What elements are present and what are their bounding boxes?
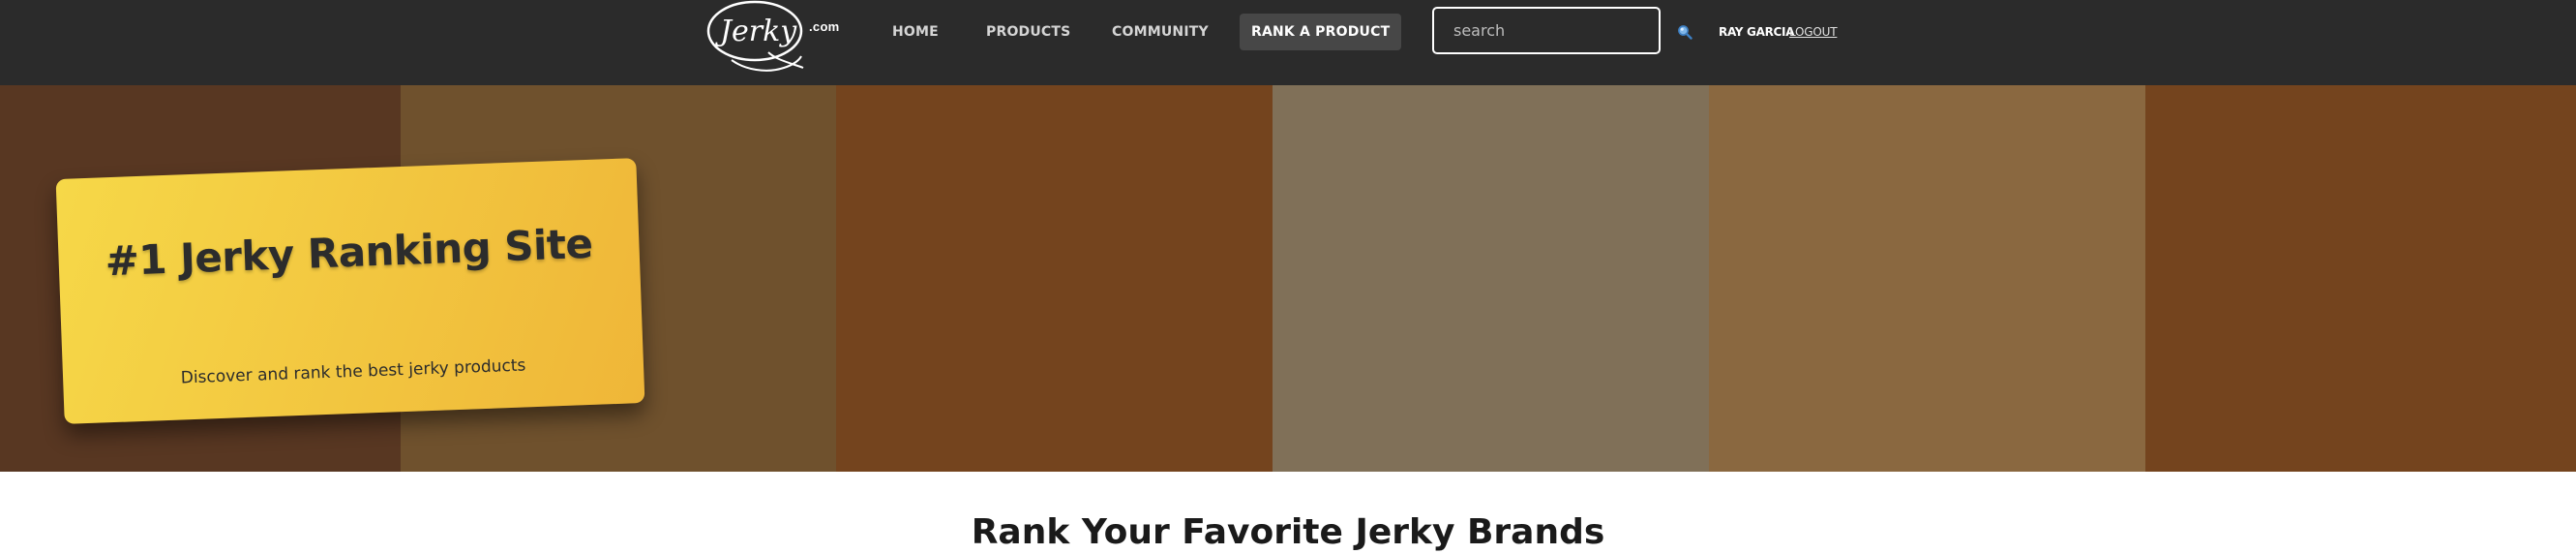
jerky-logo-icon: Jerky	[706, 0, 804, 72]
hero-banner: #1 Jerky Ranking Site Discover and rank …	[0, 85, 2576, 472]
site-logo[interactable]: Jerky .com	[706, 0, 839, 74]
hero-title: #1 Jerky Ranking Site	[104, 219, 594, 286]
search-icon[interactable]	[1677, 24, 1692, 40]
nav-products[interactable]: PRODUCTS	[986, 23, 1070, 41]
nav-community[interactable]: COMMUNITY	[1112, 23, 1209, 41]
search-input[interactable]	[1434, 9, 1659, 52]
hero-stripe	[1709, 85, 2145, 472]
hero-subtitle: Discover and rank the best jerky product…	[180, 355, 526, 388]
hero-stripe	[1273, 85, 1709, 472]
rank-a-product-button[interactable]: RANK A PRODUCT	[1240, 14, 1402, 50]
svg-text:Jerky: Jerky	[714, 15, 797, 48]
hero-card: #1 Jerky Ranking Site Discover and rank …	[55, 158, 645, 424]
hero-stripe	[836, 85, 1273, 472]
section-title: Rank Your Favorite Jerky Brands	[971, 512, 1605, 552]
nav-home[interactable]: HOME	[892, 23, 939, 41]
domain-suffix: .com	[809, 19, 840, 34]
logout-link[interactable]: LOGOUT	[1789, 25, 1838, 39]
search-box	[1432, 7, 1661, 54]
hero-stripe	[2145, 85, 2576, 472]
user-name[interactable]: RAY GARCIA	[1719, 25, 1794, 39]
site-header: Jerky .com HOME PRODUCTS COMMUNITY RANK …	[0, 0, 2576, 85]
